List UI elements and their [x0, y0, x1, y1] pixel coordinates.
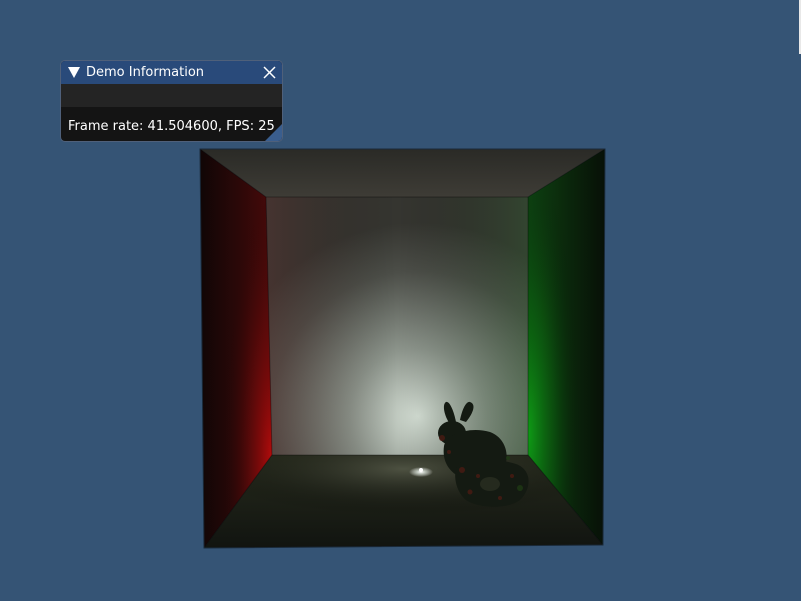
- demo-information-window[interactable]: Demo Information Frame rate: 41.504600, …: [61, 61, 282, 141]
- window-titlebar[interactable]: Demo Information: [61, 61, 282, 84]
- demo-app: Demo Information Frame rate: 41.504600, …: [0, 0, 801, 601]
- close-x-icon[interactable]: [262, 65, 277, 80]
- window-title: Demo Information: [86, 65, 205, 80]
- collapse-triangle-icon[interactable]: [68, 67, 80, 78]
- light-source: [409, 467, 433, 477]
- window-menu-band: [61, 84, 282, 107]
- resize-grip-icon[interactable]: [265, 124, 282, 141]
- frame-rate-label: Frame rate: 41.504600, FPS: 25: [68, 119, 275, 134]
- cornell-box: [199, 148, 606, 549]
